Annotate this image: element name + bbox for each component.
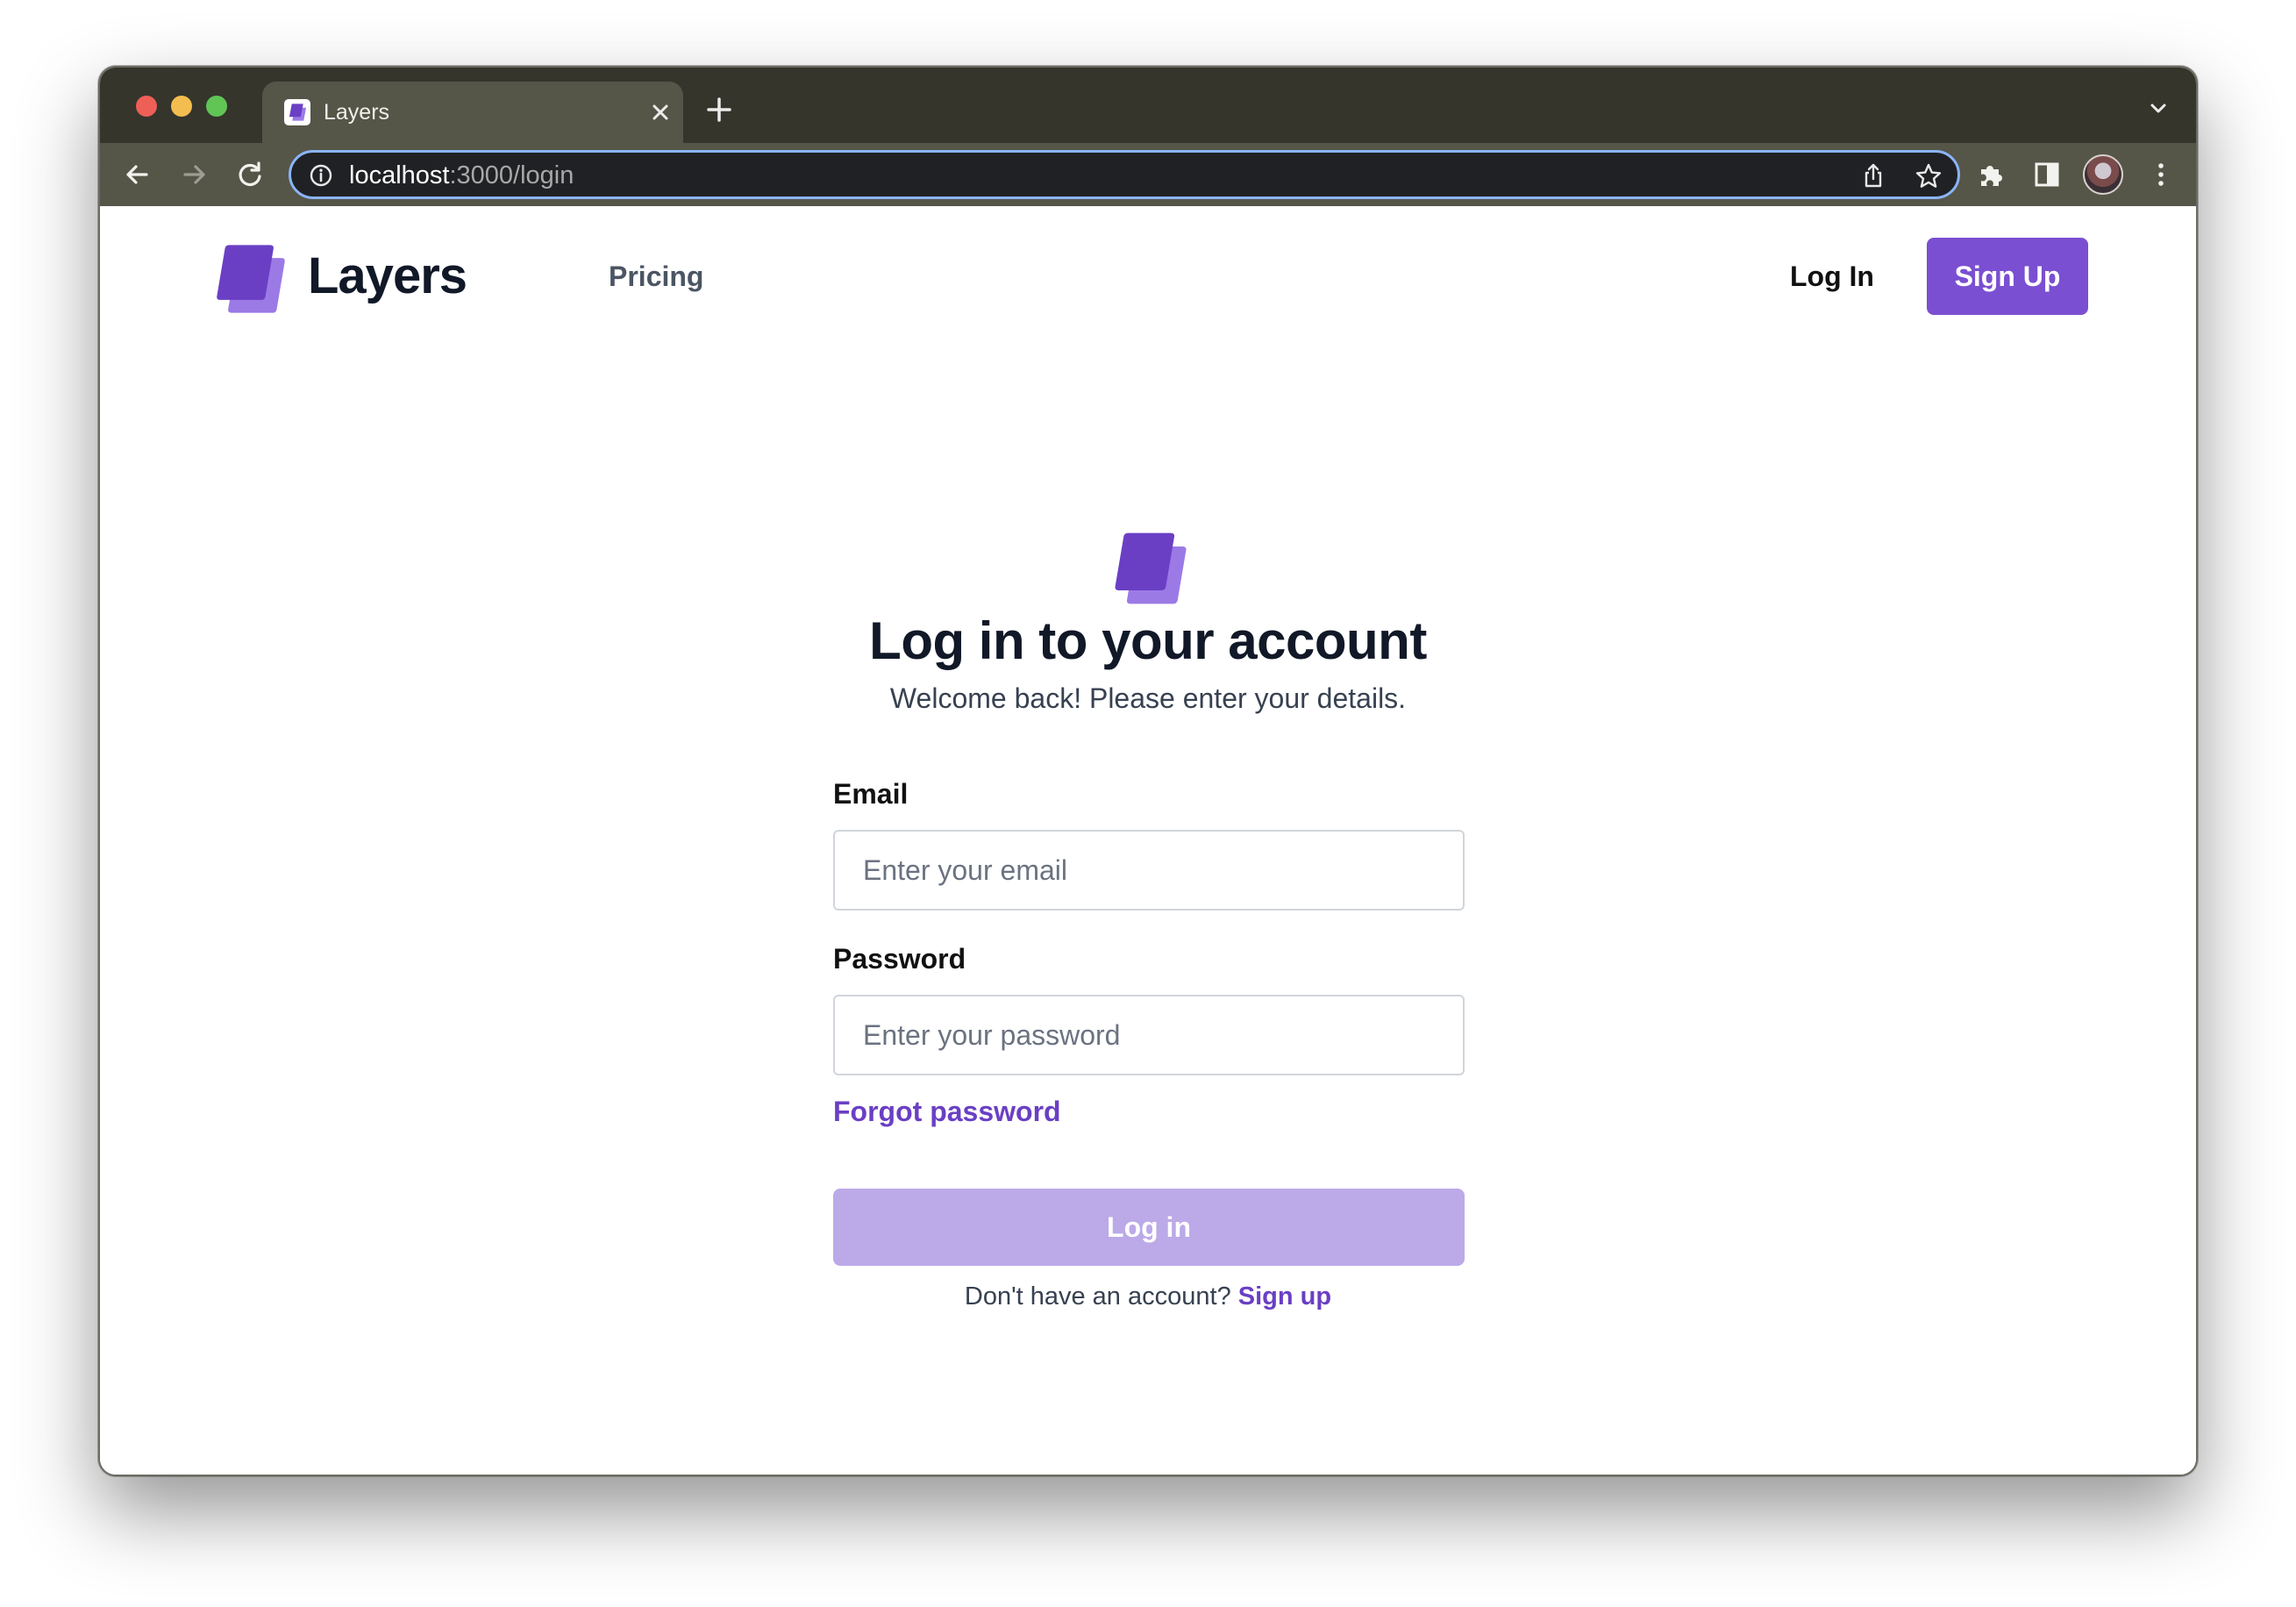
minimize-window-button[interactable] — [171, 96, 192, 117]
nav-pricing-link[interactable]: Pricing — [609, 259, 703, 294]
signup-link[interactable]: Sign up — [1238, 1282, 1331, 1311]
url-path: :3000/login — [449, 161, 574, 189]
page-content: Layers Pricing Log In Sign Up Log in to … — [100, 206, 2196, 1475]
close-window-button[interactable] — [136, 96, 157, 117]
browser-toolbar: localhost:3000/login — [100, 143, 2196, 206]
profile-avatar[interactable] — [2083, 154, 2123, 195]
password-label: Password — [833, 943, 966, 975]
layers-favicon-icon — [284, 99, 310, 125]
sidebar-icon[interactable] — [2029, 157, 2064, 192]
nav-login-link[interactable]: Log In — [1790, 259, 1874, 294]
layers-logo-icon[interactable] — [210, 239, 291, 319]
close-icon[interactable] — [645, 96, 676, 128]
puzzle-icon[interactable] — [1973, 157, 2008, 192]
password-field[interactable] — [833, 995, 1465, 1075]
tab-title: Layers — [324, 100, 390, 125]
page-title: Log in to your account — [869, 611, 1427, 670]
nav-signup-button[interactable]: Sign Up — [1927, 238, 2088, 315]
back-arrow-icon[interactable] — [120, 157, 155, 192]
signup-prompt: Don't have an account? Sign up — [100, 1280, 2196, 1313]
info-icon[interactable] — [309, 163, 333, 188]
zoom-window-button[interactable] — [206, 96, 227, 117]
share-icon[interactable] — [1859, 161, 1887, 189]
page-subtitle: Welcome back! Please enter your details. — [889, 682, 1407, 714]
no-account-text: Don't have an account? — [964, 1282, 1231, 1311]
login-button[interactable]: Log in — [833, 1189, 1465, 1266]
tab-bar: Layers — [100, 68, 2196, 143]
star-icon[interactable] — [1914, 161, 1943, 191]
email-field[interactable] — [833, 830, 1465, 911]
address-bar[interactable]: localhost:3000/login — [289, 150, 1960, 199]
plus-icon[interactable] — [703, 94, 735, 125]
chevron-down-icon[interactable] — [2145, 96, 2171, 122]
reload-icon[interactable] — [232, 157, 267, 192]
email-label: Email — [833, 778, 909, 810]
forward-arrow-icon[interactable] — [176, 157, 211, 192]
kebab-menu-icon[interactable] — [2143, 157, 2178, 192]
layers-logo-icon — [1115, 532, 1187, 604]
browser-tab[interactable]: Layers — [262, 82, 683, 143]
brand-name[interactable]: Layers — [308, 246, 467, 307]
forgot-password-link[interactable]: Forgot password — [833, 1094, 1061, 1129]
browser-window: Layers localhost:3000/login Layers Prici… — [98, 66, 2198, 1476]
url-host: localhost — [349, 161, 450, 189]
url-text: localhost:3000/login — [349, 161, 574, 190]
